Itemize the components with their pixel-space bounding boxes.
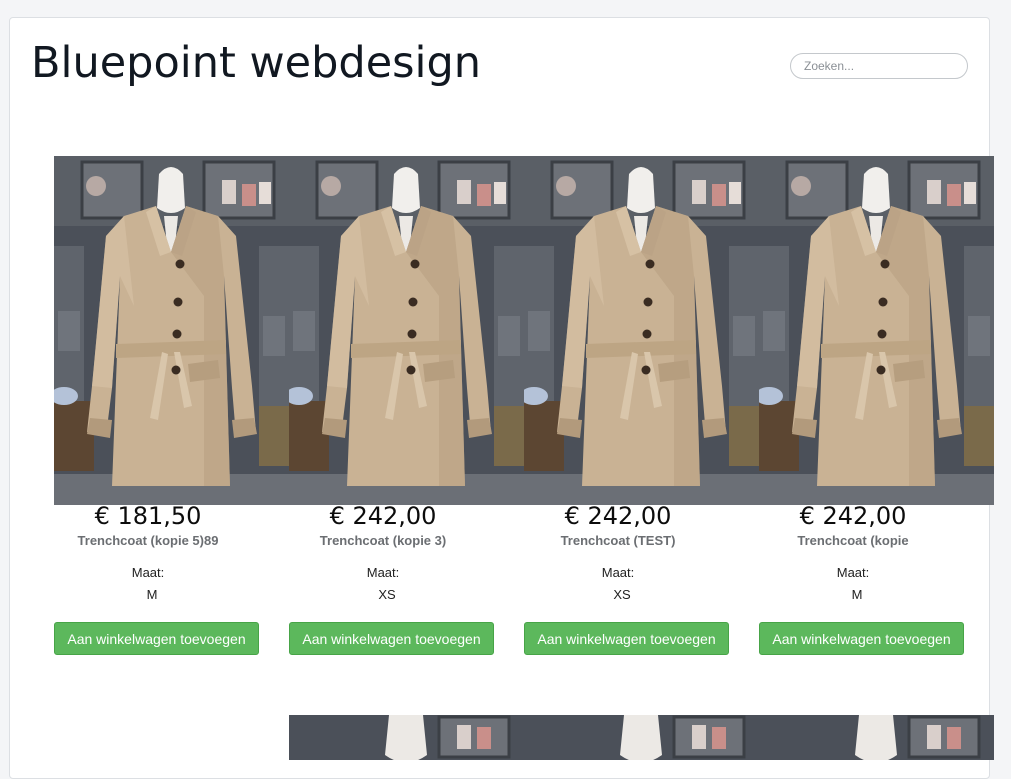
product-image-next-row[interactable] (524, 715, 759, 760)
product-price: € 242,00 (329, 502, 437, 530)
size-label: Maat: (836, 565, 870, 580)
search-input[interactable] (790, 53, 968, 79)
add-to-cart-button[interactable]: Aan winkelwagen toevoegen (54, 622, 259, 655)
add-to-cart-button[interactable]: Aan winkelwagen toevoegen (524, 622, 729, 655)
product-image[interactable] (54, 156, 289, 505)
product-price: € 242,00 (564, 502, 672, 530)
size-value: XS (613, 587, 631, 602)
product-price: € 181,50 (94, 502, 202, 530)
add-to-cart-button[interactable]: Aan winkelwagen toevoegen (759, 622, 964, 655)
size-value: XS (378, 587, 396, 602)
product-card: € 242,00 Trenchcoat (TEST) Maat: XS Aan … (524, 156, 759, 676)
product-card: € 242,00 Trenchcoat (kopie Maat: M Aan w… (759, 156, 994, 676)
add-to-cart-button[interactable]: Aan winkelwagen toevoegen (289, 622, 494, 655)
product-image[interactable] (759, 156, 994, 505)
product-card: € 181,50 Trenchcoat (kopie 5)89 Maat: M … (54, 156, 289, 676)
product-name[interactable]: Trenchcoat (TEST) (524, 533, 712, 548)
size-label: Maat: (366, 565, 400, 580)
product-image-next-row[interactable] (759, 715, 994, 760)
product-price: € 242,00 (799, 502, 907, 530)
size-label: Maat: (131, 565, 165, 580)
site-title: Bluepoint webdesign (31, 38, 482, 88)
product-grid: € 181,50 Trenchcoat (kopie 5)89 Maat: M … (54, 156, 1011, 760)
size-value: M (851, 587, 863, 602)
product-image[interactable] (289, 156, 524, 505)
product-name[interactable]: Trenchcoat (kopie 5)89 (54, 533, 242, 548)
product-image[interactable] (524, 156, 759, 505)
product-card: € 242,00 Trenchcoat (kopie 3) Maat: XS A… (289, 156, 524, 676)
size-label: Maat: (601, 565, 635, 580)
size-value: M (146, 587, 158, 602)
product-name[interactable]: Trenchcoat (kopie 3) (289, 533, 477, 548)
product-image-next-row[interactable] (289, 715, 524, 760)
product-name[interactable]: Trenchcoat (kopie (759, 533, 947, 548)
